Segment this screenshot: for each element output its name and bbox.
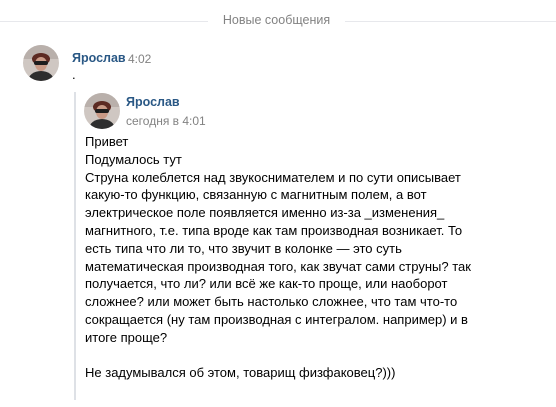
forwarded-message-body: Привет Подумалось тут Струна колеблется … (85, 133, 547, 382)
forwarded-author[interactable]: Ярослав (126, 95, 180, 109)
message-line: магнитного, т.е. типа вроде как там прои… (85, 222, 463, 238)
message-line: какую-то функцию, связанную с магнитным … (85, 187, 427, 203)
new-messages-divider: Новые сообщения (0, 0, 556, 44)
message-line: есть типа что ли то, что звучит в колонк… (85, 240, 402, 256)
forwarded-quote-bar (74, 92, 76, 400)
message-line: Не задумывался об этом, товарищ физфаков… (85, 365, 396, 381)
message-line: сокращается (ну там производная с интегр… (85, 311, 468, 327)
message-line: Струна колеблется над звукоснимателем и … (85, 169, 461, 185)
avatar-photo-icon (84, 93, 120, 129)
new-messages-label: Новые сообщения (222, 13, 331, 27)
message-line: итоге проще? (85, 329, 168, 345)
forwarded-avatar[interactable] (84, 93, 120, 129)
message-line: сложнее? или может быть настолько сложне… (85, 294, 458, 310)
message-time[interactable]: 4:02 (128, 52, 151, 66)
divider-line-left (0, 21, 208, 22)
message-text: . (72, 67, 76, 82)
message-line: получается, что ли? или всё же как-то пр… (85, 276, 448, 292)
forwarded-time[interactable]: сегодня в 4:01 (126, 114, 206, 128)
sender-avatar[interactable] (23, 45, 59, 81)
divider-line-right (345, 21, 556, 22)
message-author[interactable]: Ярослав (72, 51, 126, 65)
message-line: Подумалось тут (85, 151, 182, 167)
message-line: математическая производная того, как зву… (85, 258, 471, 274)
message-line: электрическое поле появляется именно из-… (85, 205, 445, 221)
avatar-photo-icon (23, 45, 59, 81)
message-line: Привет (85, 134, 129, 149)
